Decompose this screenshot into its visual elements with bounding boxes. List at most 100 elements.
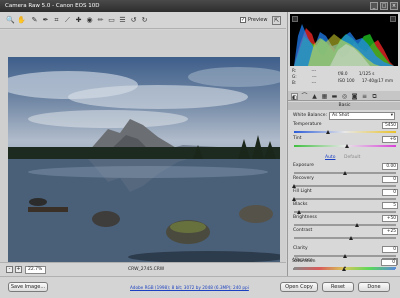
slider-label: Brightness	[293, 215, 317, 220]
panel-title: Basic	[288, 102, 400, 110]
slider-thumb[interactable]	[343, 171, 347, 175]
workflow-options-link[interactable]: Adobe RGB (1998); 8 bit; 3072 by 2048 (6…	[130, 285, 249, 290]
split-toning-icon[interactable]: ▬	[331, 93, 338, 100]
slider-value-field[interactable]: 0	[382, 189, 398, 196]
slider-value-field[interactable]: 5450	[382, 122, 398, 129]
slider-track[interactable]	[294, 211, 396, 213]
slider-value-field[interactable]: +25	[382, 228, 398, 235]
slider-track[interactable]	[294, 185, 396, 187]
adjustment-brush-icon[interactable]: ✏	[96, 15, 105, 25]
preview-checkbox[interactable]: ✓	[240, 17, 246, 23]
minimize-button[interactable]: _	[370, 2, 378, 10]
slider-track[interactable]	[294, 131, 396, 133]
right-panel: R: --- G: --- B: --- f/8.0 1/125 s ISO 1…	[287, 12, 400, 276]
slider-thumb[interactable]	[325, 130, 330, 134]
white-balance-label: White Balance:	[293, 113, 327, 118]
auto-link[interactable]: Auto	[325, 155, 335, 160]
open-copy-button[interactable]: Open Copy	[280, 282, 318, 292]
toolbar: 🔍 ✋ ✎ ✒ ⌗ ⟋ ✚ ◉ ✏ ▭ ☰ ↺ ↻ ✓ Preview ⇱	[0, 12, 286, 29]
histogram-graph	[294, 24, 394, 66]
pixel-info: R: --- G: --- B: --- f/8.0 1/125 s ISO 1…	[288, 67, 400, 89]
crop-icon[interactable]: ⌗	[52, 15, 61, 25]
slider-contrast: Contrast +25	[292, 228, 398, 241]
photo-preview[interactable]	[8, 57, 280, 267]
chevron-down-icon: ▾	[390, 113, 393, 118]
slider-saturation: Saturation 0	[291, 259, 397, 272]
hand-icon[interactable]: ✋	[17, 15, 26, 25]
slider-label: Tint	[293, 136, 302, 141]
camera-calibration-icon[interactable]: ◙	[351, 93, 358, 100]
slider-label: Blacks	[293, 202, 308, 207]
maximize-button[interactable]: □	[380, 2, 388, 10]
zoom-select[interactable]: 22.7%	[25, 266, 46, 274]
focal-length-value: 17-40@17 mm	[361, 78, 394, 83]
slider-track[interactable]	[294, 237, 396, 239]
slider-value-field[interactable]: 0	[382, 246, 398, 253]
auto-default-links: Auto Default	[288, 155, 400, 162]
presets-icon[interactable]: ≡	[361, 93, 368, 100]
zoom-in-button[interactable]: +	[15, 266, 22, 273]
slider-value-field[interactable]: 0	[381, 259, 397, 266]
aperture-value: f/8.0	[338, 71, 348, 76]
close-button[interactable]: ×	[390, 2, 398, 10]
slider-thumb[interactable]	[342, 267, 346, 271]
slider-label: Clarity	[293, 246, 308, 251]
histogram	[290, 14, 398, 66]
slider-label: Recovery	[293, 176, 314, 181]
done-button[interactable]: Done	[358, 282, 390, 292]
zoom-out-button[interactable]: -	[6, 266, 13, 273]
slider-thumb[interactable]	[355, 223, 360, 227]
slider-value-field[interactable]: +6	[382, 136, 398, 143]
color-sampler-icon[interactable]: ✒	[41, 15, 50, 25]
preferences-icon[interactable]: ☰	[118, 15, 127, 25]
detail-icon[interactable]: ▲	[311, 93, 318, 100]
slider-thumb[interactable]	[349, 236, 354, 240]
white-balance-value: As Shot	[332, 113, 350, 118]
graduated-filter-icon[interactable]: ▭	[107, 15, 116, 25]
b-label: B:	[292, 80, 297, 85]
straighten-icon[interactable]: ⟋	[63, 15, 72, 25]
slider-blacks: Blacks 5	[292, 202, 398, 215]
landscape-photo	[8, 67, 280, 267]
rotate-left-icon[interactable]: ↺	[129, 15, 138, 25]
reset-button[interactable]: Reset	[322, 282, 354, 292]
slider-fill-light: Fill Light 0	[292, 189, 398, 202]
bottom-bar: Save Image... Adobe RGB (1998); 8 bit; 3…	[0, 276, 400, 298]
save-image-button[interactable]: Save Image...	[8, 282, 48, 292]
slider-label: Contrast	[293, 228, 313, 233]
image-canvas	[0, 30, 286, 267]
slider-exposure: Exposure 0.00	[292, 163, 398, 176]
rotate-right-icon[interactable]: ↻	[140, 15, 149, 25]
basic-icon[interactable]: ◐	[291, 93, 298, 101]
slider-label: Temperature	[293, 122, 322, 127]
slider-value-field[interactable]: 0	[382, 176, 398, 183]
snapshots-icon[interactable]: ⧉	[371, 93, 378, 100]
retouch-icon[interactable]: ✚	[74, 15, 83, 25]
red-eye-icon[interactable]: ◉	[85, 15, 94, 25]
lens-icon[interactable]: ◎	[341, 93, 348, 100]
title-bar: Camera Raw 5.0 - Canon EOS 10D _ □ ×	[0, 0, 400, 12]
preview-label: Preview	[248, 17, 268, 23]
tone-curve-icon[interactable]: ⌒	[301, 93, 308, 100]
slider-tint: Tint +6	[292, 136, 398, 149]
slider-value-field[interactable]: 5	[382, 202, 398, 209]
slider-thumb[interactable]	[345, 144, 350, 148]
slider-thumb[interactable]	[292, 184, 296, 188]
status-bar: - + 22.7% CRW_2745.CRW	[0, 262, 286, 276]
slider-track[interactable]	[294, 224, 396, 226]
g-label: G:	[292, 74, 297, 79]
slider-recovery: Recovery 0	[292, 176, 398, 189]
slider-thumb[interactable]	[297, 210, 302, 214]
slider-thumb[interactable]	[292, 197, 296, 201]
white-balance-select[interactable]: As Shot ▾	[329, 112, 395, 120]
slider-value-field[interactable]: +50	[382, 215, 398, 222]
zoom-icon[interactable]: 🔍	[6, 15, 15, 25]
g-value: ---	[312, 74, 317, 79]
iso-value: ISO 100	[338, 78, 355, 83]
slider-value-field[interactable]: 0.00	[382, 163, 398, 170]
white-balance-icon[interactable]: ✎	[30, 15, 39, 25]
fullscreen-icon[interactable]: ⇱	[272, 16, 281, 25]
hsl-icon[interactable]: ▦	[321, 93, 328, 100]
default-link[interactable]: Default	[344, 155, 360, 160]
slider-track[interactable]	[294, 198, 396, 200]
